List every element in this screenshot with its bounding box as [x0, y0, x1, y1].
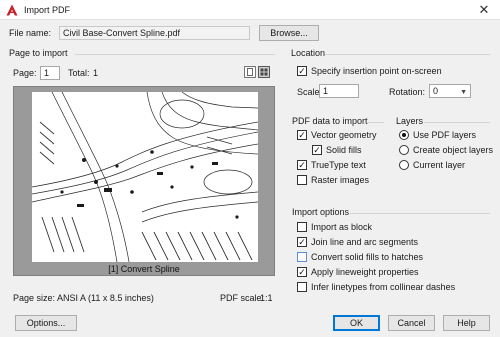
current-layer-radio[interactable] — [399, 160, 409, 170]
create-object-layers-label: Create object layers — [413, 145, 494, 155]
file-name-field[interactable]: Civil Base-Convert Spline.pdf — [59, 26, 250, 40]
infer-linetypes-checkbox[interactable] — [297, 282, 307, 292]
group-divider — [75, 54, 275, 55]
import-as-block-checkbox[interactable] — [297, 222, 307, 232]
close-icon[interactable]: ✕ — [476, 2, 492, 18]
use-pdf-layers-label: Use PDF layers — [413, 130, 477, 140]
page-size-value: ANSI A (11 x 8.5 inches) — [57, 293, 154, 303]
title-bar: Import PDF ✕ — [0, 0, 500, 20]
page-number-input[interactable]: 1 — [40, 66, 60, 80]
solid-fills-checkbox[interactable]: ✓ — [312, 145, 322, 155]
truetype-text-checkbox[interactable]: ✓ — [297, 160, 307, 170]
group-divider — [350, 213, 490, 214]
layers-group-title: Layers — [396, 116, 424, 126]
group-divider — [424, 122, 490, 123]
group-divider — [368, 122, 384, 123]
total-value: 1 — [93, 68, 99, 78]
pdf-scale-value: 1:1 — [260, 293, 273, 303]
group-divider — [325, 54, 490, 55]
browse-button[interactable]: Browse... — [259, 25, 319, 41]
truetype-text-label: TrueType text — [311, 160, 366, 170]
import-options-group-title: Import options — [292, 207, 350, 217]
location-group-title: Location — [291, 48, 326, 58]
help-button[interactable]: Help — [443, 315, 490, 331]
current-layer-label: Current layer — [413, 160, 466, 170]
pdf-page-thumbnail — [31, 91, 259, 263]
window-title: Import PDF — [24, 5, 71, 15]
page-size-label: Page size: — [13, 293, 56, 303]
convert-fills-checkbox[interactable] — [297, 252, 307, 262]
page-to-import-group-title: Page to import — [9, 48, 68, 58]
rotation-value: 0 — [433, 86, 439, 96]
page-label: Page: — [13, 68, 37, 78]
thumbnail-grid-view-icon[interactable] — [258, 66, 270, 78]
chevron-down-icon: ▼ — [460, 89, 467, 96]
raster-images-label: Raster images — [311, 175, 370, 185]
create-object-layers-radio[interactable] — [399, 145, 409, 155]
convert-fills-label: Convert solid fills to hatches — [311, 252, 424, 262]
single-page-view-icon[interactable] — [244, 66, 256, 78]
scale-input[interactable]: 1 — [319, 84, 359, 98]
total-label: Total: — [68, 68, 90, 78]
vector-geometry-label: Vector geometry — [311, 130, 377, 140]
preview-caption: [1] Convert Spline — [108, 264, 180, 274]
raster-images-checkbox[interactable] — [297, 175, 307, 185]
apply-lineweight-checkbox[interactable]: ✓ — [297, 267, 307, 277]
vector-geometry-checkbox[interactable]: ✓ — [297, 130, 307, 140]
use-pdf-layers-radio[interactable] — [399, 130, 409, 140]
pdf-preview-pane[interactable]: [1] Convert Spline — [13, 86, 275, 276]
pdf-scale-label: PDF scale: — [220, 293, 265, 303]
infer-linetypes-label: Infer linetypes from collinear dashes — [311, 282, 456, 292]
solid-fills-label: Solid fills — [326, 145, 362, 155]
ok-button[interactable]: OK — [333, 315, 380, 331]
import-as-block-label: Import as block — [311, 222, 373, 232]
rotation-label: Rotation: — [389, 87, 426, 97]
specify-insertion-checkbox[interactable]: ✓ — [297, 66, 307, 76]
civil-drawing-image — [31, 91, 259, 263]
cancel-button[interactable]: Cancel — [388, 315, 435, 331]
options-button[interactable]: Options... — [15, 315, 77, 331]
apply-lineweight-label: Apply lineweight properties — [311, 267, 419, 277]
join-segments-checkbox[interactable]: ✓ — [297, 237, 307, 247]
pdf-data-group-title: PDF data to import — [292, 116, 368, 126]
autocad-app-icon — [6, 4, 18, 16]
join-segments-label: Join line and arc segments — [311, 237, 419, 247]
specify-insertion-label: Specify insertion point on-screen — [311, 66, 442, 76]
rotation-select[interactable]: 0 ▼ — [429, 84, 471, 98]
file-name-label: File name: — [9, 28, 52, 38]
